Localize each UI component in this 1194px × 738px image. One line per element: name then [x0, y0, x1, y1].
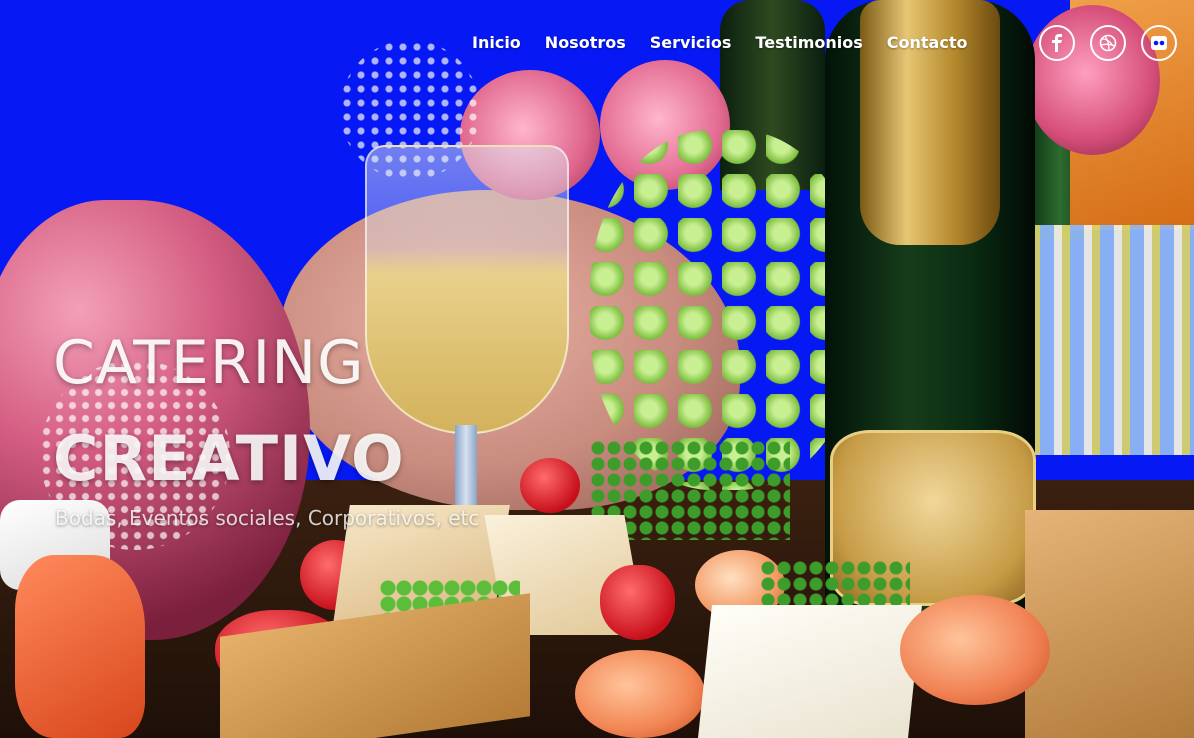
nav-link-nosotros[interactable]: Nosotros	[545, 33, 626, 52]
hero-title-line1: CATERING	[53, 328, 365, 399]
strawberry-image	[600, 565, 675, 640]
hero-title-line2: CREATIVO	[53, 421, 405, 495]
nav-link-inicio[interactable]: Inicio	[472, 33, 521, 52]
facebook-button[interactable]	[1039, 25, 1075, 61]
nav-link-contacto[interactable]: Contacto	[887, 33, 968, 52]
shrimp-image	[900, 595, 1050, 705]
nav-link-testimonios[interactable]: Testimonios	[755, 33, 862, 52]
checkered-cloth-image	[1010, 225, 1194, 455]
grapes-image	[590, 130, 860, 490]
flickr-icon	[1151, 36, 1167, 50]
shrimp-image	[575, 650, 705, 738]
facebook-icon	[1051, 34, 1063, 52]
toast-image	[1025, 510, 1194, 738]
hero-subtitle: Bodas, Eventos sociales, Corporativos, e…	[55, 506, 480, 530]
nav-link-servicios[interactable]: Servicios	[650, 33, 732, 52]
wine-glass-image	[365, 145, 569, 434]
dribbble-icon	[1099, 34, 1117, 52]
wine-glass-stem	[455, 425, 477, 515]
dribbble-button[interactable]	[1090, 25, 1126, 61]
salmon-image	[15, 555, 145, 738]
social-links	[1039, 25, 1177, 61]
cheese-image	[698, 605, 922, 738]
tomato-image	[520, 458, 580, 513]
main-nav: Inicio Nosotros Servicios Testimonios Co…	[472, 33, 967, 52]
flickr-button[interactable]	[1141, 25, 1177, 61]
